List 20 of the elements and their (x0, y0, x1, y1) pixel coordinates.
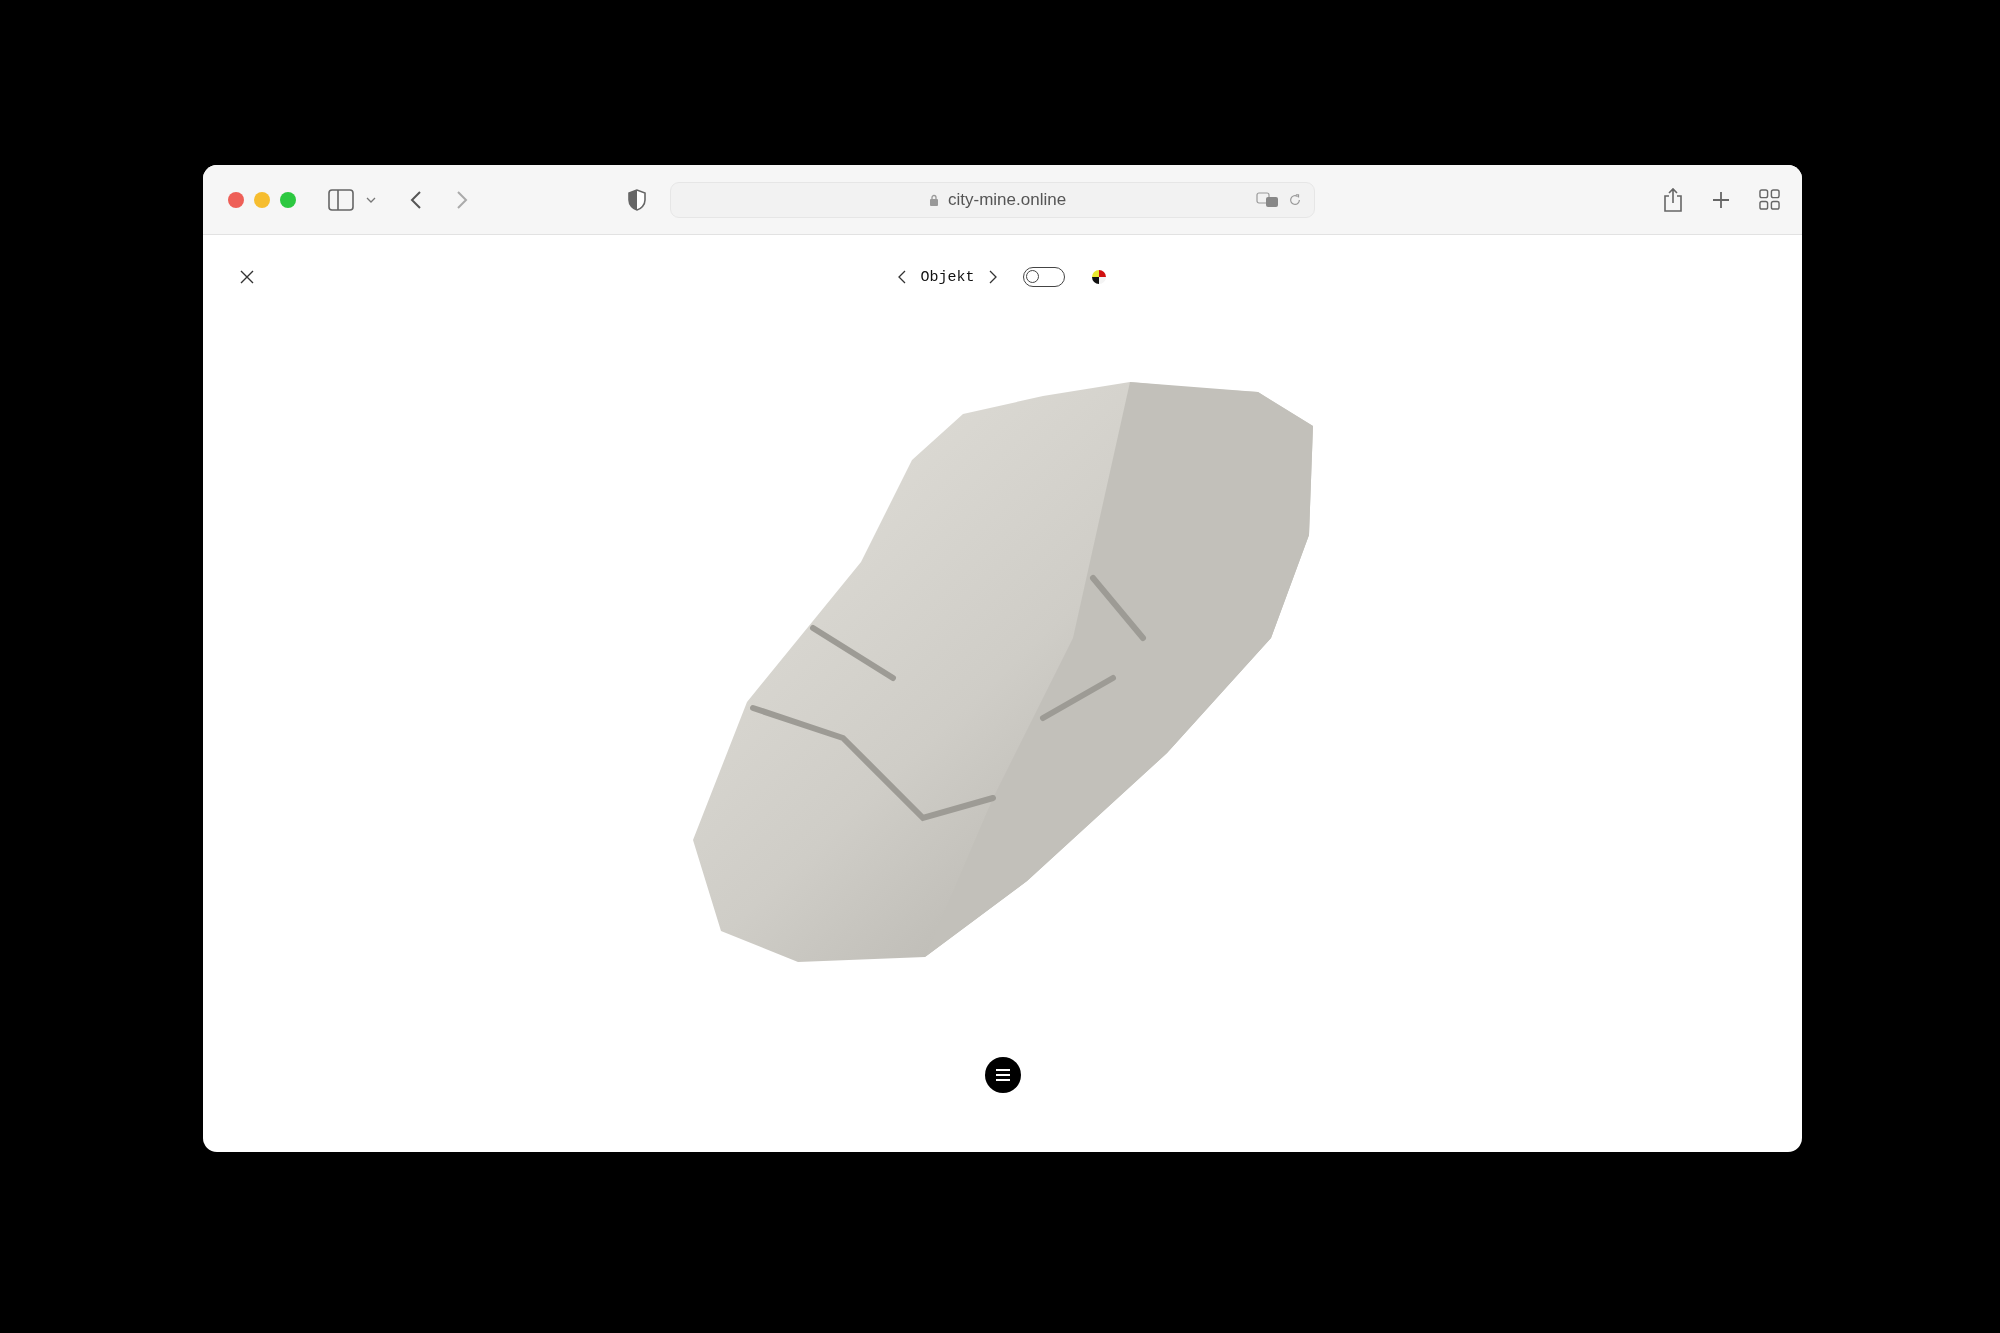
back-icon[interactable] (410, 189, 422, 210)
sidebar-icon[interactable] (328, 188, 354, 211)
previous-icon[interactable] (898, 270, 907, 284)
next-icon[interactable] (988, 270, 997, 284)
url-text: city-mine.online (948, 189, 1067, 210)
toggle-switch[interactable] (1022, 267, 1065, 287)
close-window-button[interactable] (228, 191, 244, 208)
address-bar[interactable]: city-mine.online (670, 181, 1315, 218)
shield-icon[interactable] (628, 188, 646, 211)
tab-overview-icon[interactable] (1759, 189, 1780, 210)
object-label: Objekt (920, 268, 975, 286)
menu-icon (994, 1068, 1011, 1082)
lock-icon (929, 193, 939, 206)
translate-icon[interactable] (1256, 191, 1280, 208)
chevron-down-icon[interactable] (366, 196, 376, 203)
new-tab-icon[interactable] (1711, 189, 1731, 210)
color-wheel-icon[interactable] (1090, 269, 1107, 285)
close-icon[interactable] (239, 269, 255, 285)
share-icon[interactable] (1663, 186, 1683, 213)
menu-button[interactable] (984, 1057, 1021, 1093)
